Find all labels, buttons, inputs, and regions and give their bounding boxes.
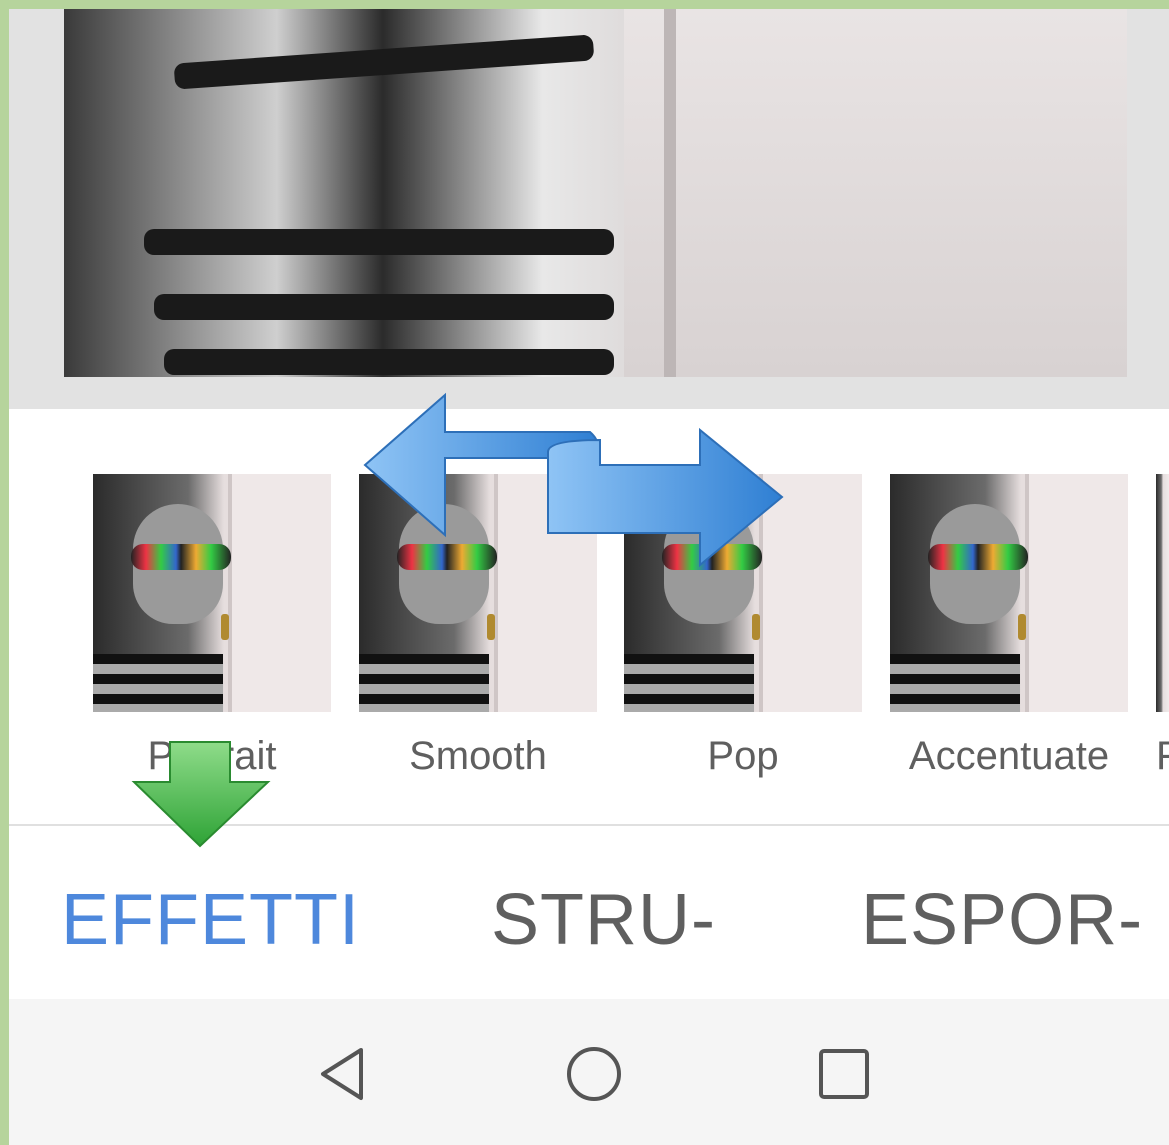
app-screen: Portrait Smooth Pop Accentuate F EFFETTI… [9, 9, 1169, 1145]
back-button[interactable] [307, 1039, 377, 1109]
recents-button[interactable] [809, 1039, 879, 1109]
filter-thumbnail[interactable] [93, 474, 331, 712]
thumb-door-knob [221, 614, 229, 640]
tab-effects[interactable]: EFFETTI [61, 879, 360, 961]
back-triangle-icon [321, 1048, 363, 1100]
thumb-glasses [928, 544, 1028, 570]
filter-label: F [1156, 734, 1169, 778]
photo-detail [164, 349, 614, 375]
thumb-door-knob [487, 614, 495, 640]
filter-thumbnail[interactable] [890, 474, 1128, 712]
photo-door [624, 9, 1127, 377]
thumb-glasses [131, 544, 231, 570]
filter-label: Portrait [147, 734, 277, 778]
thumb-door [759, 474, 862, 712]
edited-photo [64, 9, 1127, 377]
thumb-door-knob [752, 614, 760, 640]
filter-smooth[interactable]: Smooth [359, 474, 597, 779]
filter-thumbnail[interactable] [359, 474, 597, 712]
filter-label: Pop [707, 734, 779, 778]
filter-accentuate[interactable]: Accentuate [890, 474, 1128, 779]
home-button[interactable] [559, 1039, 629, 1109]
thumb-shirt [93, 654, 223, 712]
filter-thumbnail[interactable] [1156, 474, 1169, 712]
photo-detail [173, 34, 595, 90]
photo-detail [144, 229, 614, 255]
thumb-glasses [662, 544, 762, 570]
thumb-door-knob [1018, 614, 1026, 640]
filter-partial[interactable]: F [1156, 474, 1169, 779]
thumb-door [494, 474, 597, 712]
filter-label: Smooth [409, 734, 547, 778]
filter-thumbnail[interactable] [624, 474, 862, 712]
photo-preview-area [9, 9, 1169, 409]
recents-square-icon [819, 1049, 869, 1099]
photo-detail [154, 294, 614, 320]
filter-portrait[interactable]: Portrait [93, 474, 331, 779]
filter-label: Accentuate [908, 734, 1110, 778]
thumb-shirt [624, 654, 754, 712]
thumb-door [1025, 474, 1128, 712]
thumb-shirt [359, 654, 489, 712]
system-navbar [9, 999, 1169, 1145]
bottom-tabs: EFFETTI STRU- ESPOR- [9, 879, 1169, 989]
home-circle-icon [567, 1047, 621, 1101]
photo-door-frame [664, 9, 676, 377]
tab-tools[interactable]: STRU- [491, 879, 716, 961]
filter-strip[interactable]: Portrait Smooth Pop Accentuate F [9, 474, 1169, 794]
thumb-glasses [397, 544, 497, 570]
tab-divider [9, 824, 1169, 826]
tab-export[interactable]: ESPOR- [861, 879, 1143, 961]
filter-pop[interactable]: Pop [624, 474, 862, 779]
thumb-door [228, 474, 331, 712]
thumb-shirt [890, 654, 1020, 712]
